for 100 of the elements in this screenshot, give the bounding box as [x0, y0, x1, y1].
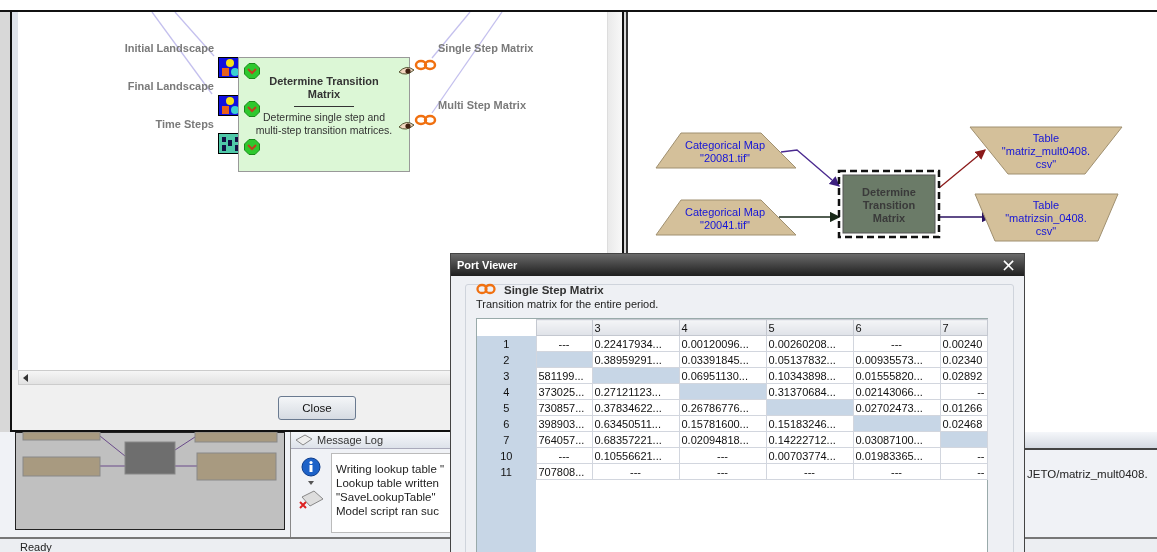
node-label: "20081.tif" — [700, 152, 750, 164]
table-node[interactable] — [969, 126, 1123, 175]
table-cell: 730857... — [536, 399, 592, 416]
table-cell: 0.10556621... — [592, 447, 679, 464]
table-cell: 0.05137832... — [766, 351, 853, 368]
node-label: "matriz_mult0408. — [1001, 145, 1091, 157]
table-cell: 0.15183246... — [766, 415, 853, 432]
close-button[interactable]: × — [998, 256, 1018, 274]
table-cell: --- — [853, 335, 940, 352]
node-label: Transition — [862, 199, 916, 211]
chain-icon — [476, 283, 496, 297]
column-header[interactable]: 5 — [766, 319, 853, 336]
port-description: Transition matrix for the entire period. — [476, 298, 660, 310]
status-text: Ready — [20, 540, 52, 552]
table-cell: 0.02094818... — [679, 431, 766, 448]
table-cell: 0.02143066... — [853, 383, 940, 400]
clear-log-icon[interactable] — [298, 489, 324, 511]
table-cell: -- — [940, 383, 987, 400]
connector-arrow — [778, 211, 841, 223]
scroll-left-icon[interactable] — [22, 373, 30, 382]
table-cell: 0.03087100... — [853, 431, 940, 448]
table-cell: 0.63450511... — [592, 415, 679, 432]
table-cell: 0.15781600... — [679, 415, 766, 432]
component-node[interactable]: Determine Transition Matrix Determine single step and multi-step transition matrices. — [238, 57, 410, 172]
table-cell: 0.02702473... — [853, 399, 940, 416]
table-cell: 707808... — [536, 463, 592, 480]
minimap-drawing[interactable] — [15, 432, 285, 530]
table-cell: 0.27121123... — [592, 383, 679, 400]
table-cell: 0.00703774... — [766, 447, 853, 464]
table-node[interactable] — [974, 193, 1119, 242]
port-title: Single Step Matrix — [504, 284, 604, 296]
column-header[interactable]: 3 — [592, 319, 679, 336]
node-label: csv" — [1035, 225, 1057, 237]
node-label: "20041.tif" — [700, 219, 750, 231]
port-label: Single Step Matrix — [438, 42, 534, 55]
window-title: Port Viewer — [457, 259, 518, 271]
table-cell: --- — [536, 335, 592, 352]
table-cell: 0.22417934... — [592, 335, 679, 352]
table-cell: 0.01983365... — [853, 447, 940, 464]
eye-chain-icon[interactable] — [398, 113, 438, 133]
table-cell: 0.01266 — [940, 399, 987, 416]
table-cell: 0.00240 — [940, 335, 987, 352]
table-cell: 764057... — [536, 431, 592, 448]
info-icon[interactable] — [301, 457, 321, 477]
node-label: Matrix — [872, 212, 906, 224]
node-description: Determine single step and multi-step transition matrices. — [254, 111, 394, 137]
close-button[interactable]: Close — [278, 395, 356, 420]
port-label: Final Landscape — [126, 80, 214, 93]
table-cell: 0.31370684... — [766, 383, 853, 400]
column-header[interactable]: 4 — [679, 319, 766, 336]
node-label: Table — [1032, 132, 1060, 144]
table-cell: 398903... — [536, 415, 592, 432]
port-label: Initial Landscape — [123, 42, 214, 55]
table-cell: 0.68357221... — [592, 431, 679, 448]
table-cell: --- — [536, 447, 592, 464]
eye-chain-icon[interactable] — [398, 58, 438, 78]
table-cell: 0.02892 — [940, 367, 987, 384]
table-cell: --- — [679, 447, 766, 464]
map-node[interactable] — [655, 199, 797, 236]
caret-icon[interactable] — [308, 481, 314, 485]
log-line: Writing lookup table " — [336, 462, 446, 476]
table-cell: 0.10343898... — [766, 367, 853, 384]
node-label: Categorical Map — [684, 206, 766, 218]
table-cell: 0.38959291... — [592, 351, 679, 368]
table-cell: 0.37834622... — [592, 399, 679, 416]
log-line: Lookup table written — [336, 476, 440, 490]
log-line: Model script ran suc — [336, 504, 440, 518]
note-icon — [295, 434, 313, 446]
node-label: Table — [1032, 199, 1060, 211]
table-cell: --- — [679, 463, 766, 480]
port-label: Time Steps — [154, 118, 214, 131]
table-cell: 0.00935573... — [853, 351, 940, 368]
table-cell: 0.00120096... — [679, 335, 766, 352]
table-cell: --- — [766, 463, 853, 480]
connector-arrow — [938, 149, 986, 189]
table-cell: 0.02468 — [940, 415, 987, 432]
table-cell: 581199... — [536, 367, 592, 384]
table-cell: 0.03391845... — [679, 351, 766, 368]
column-header[interactable]: 7 — [940, 319, 987, 336]
table-cell: 0.01555820... — [853, 367, 940, 384]
table-cell: -- — [940, 463, 987, 480]
node-label: Categorical Map — [684, 139, 766, 151]
port-label: Multi Step Matrix — [438, 99, 526, 112]
log-line: JETO/matriz_mult0408. — [1027, 468, 1148, 480]
table-cell: -- — [940, 447, 987, 464]
table-cell: --- — [853, 463, 940, 480]
node-label: Determine — [862, 186, 916, 198]
connector-arrow — [780, 149, 840, 187]
log-line: "SaveLookupTable" — [336, 490, 437, 504]
table-cell: 0.00260208... — [766, 335, 853, 352]
node-title: Determine Transition Matrix — [268, 75, 380, 101]
map-node[interactable] — [655, 132, 797, 169]
table-cell: --- — [592, 463, 679, 480]
column-header[interactable]: 6 — [853, 319, 940, 336]
node-label: csv" — [1035, 158, 1057, 170]
table-cell: 0.14222712... — [766, 431, 853, 448]
node-label: "matrizsin_0408. — [1005, 212, 1087, 224]
table-cell: 0.26786776... — [679, 399, 766, 416]
table-cell: 0.02340 — [940, 351, 987, 368]
table-cell: 0.06951130... — [679, 367, 766, 384]
